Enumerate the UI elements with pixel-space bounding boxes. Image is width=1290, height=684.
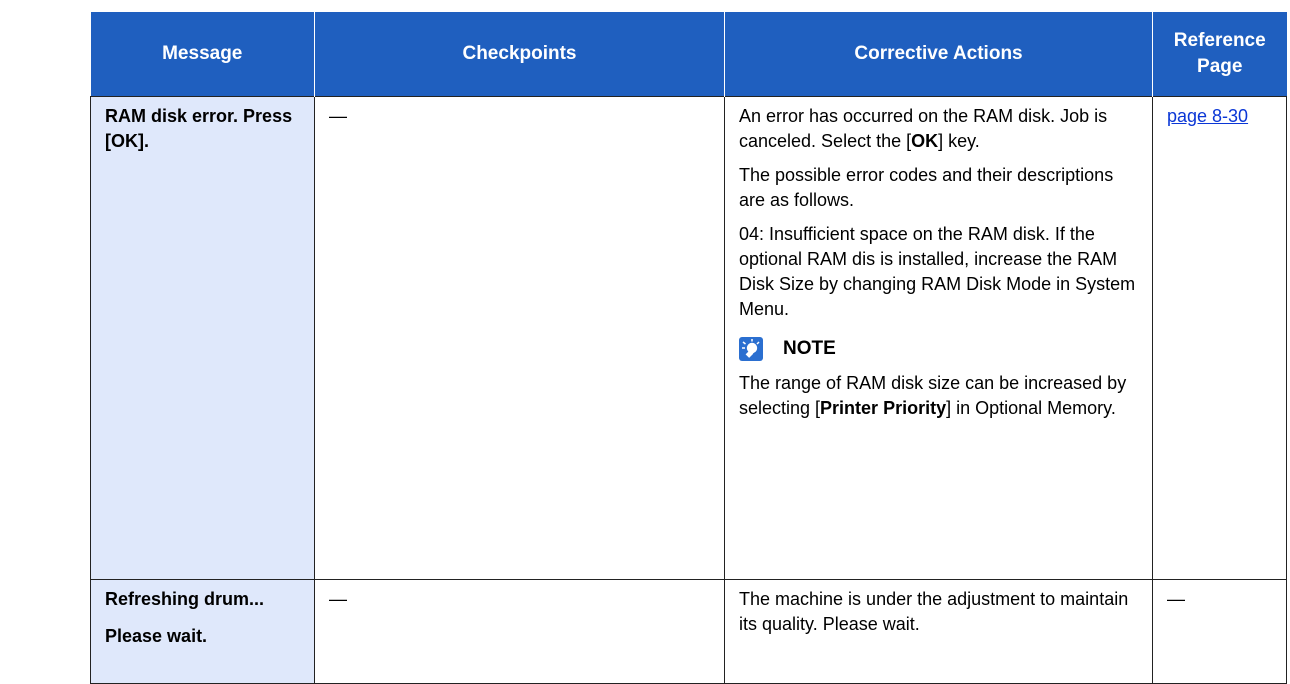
- corrective-actions-cell: An error has occurred on the RAM disk. J…: [724, 96, 1153, 580]
- action-key-label: OK: [911, 131, 939, 151]
- header-message: Message: [90, 12, 315, 97]
- note-paragraph: The range of RAM disk size can be increa…: [739, 371, 1142, 421]
- action-paragraph: An error has occurred on the RAM disk. J…: [739, 104, 1142, 154]
- message-cell: Refreshing drum... Please wait.: [90, 579, 315, 684]
- note-heading: NOTE: [739, 336, 1142, 361]
- error-reference-table: Message Checkpoints Corrective Actions R…: [90, 12, 1287, 684]
- message-text: RAM disk error. Press [OK].: [105, 106, 293, 151]
- note-text: ] in Optional Memory.: [946, 398, 1116, 418]
- message-text: Please wait.: [105, 626, 208, 646]
- reference-cell: page 8-30: [1152, 96, 1287, 580]
- header-corrective-actions: Corrective Actions: [724, 12, 1153, 97]
- table-header-row: Message Checkpoints Corrective Actions R…: [90, 12, 1287, 97]
- action-paragraph: 04: Insufficient space on the RAM disk. …: [739, 224, 1136, 319]
- note-label: NOTE: [783, 338, 836, 359]
- note-key-label: Printer Priority: [820, 398, 947, 418]
- table-row: RAM disk error. Press [OK]. — An error h…: [90, 96, 1287, 580]
- header-reference-line2: Page: [1197, 56, 1243, 77]
- header-reference-line1: Reference: [1173, 30, 1266, 51]
- checkpoints-cell: —: [314, 96, 725, 580]
- header-checkpoints: Checkpoints: [314, 12, 725, 97]
- reference-cell: —: [1152, 579, 1287, 684]
- header-reference-page: Reference Page: [1152, 12, 1287, 97]
- reference-page-link[interactable]: page 8-30: [1167, 106, 1248, 126]
- checkpoints-cell: —: [314, 579, 725, 684]
- lightbulb-note-icon: [739, 336, 763, 361]
- corrective-actions-cell: The machine is under the adjustment to m…: [724, 579, 1153, 684]
- action-paragraph: The machine is under the adjustment to m…: [739, 589, 1129, 634]
- message-cell: RAM disk error. Press [OK].: [90, 96, 315, 580]
- action-paragraph: The possible error codes and their descr…: [739, 165, 1114, 210]
- table-row: Refreshing drum... Please wait. — The ma…: [90, 579, 1287, 684]
- action-text: ] key.: [938, 131, 980, 151]
- message-text: Refreshing drum...: [105, 589, 265, 609]
